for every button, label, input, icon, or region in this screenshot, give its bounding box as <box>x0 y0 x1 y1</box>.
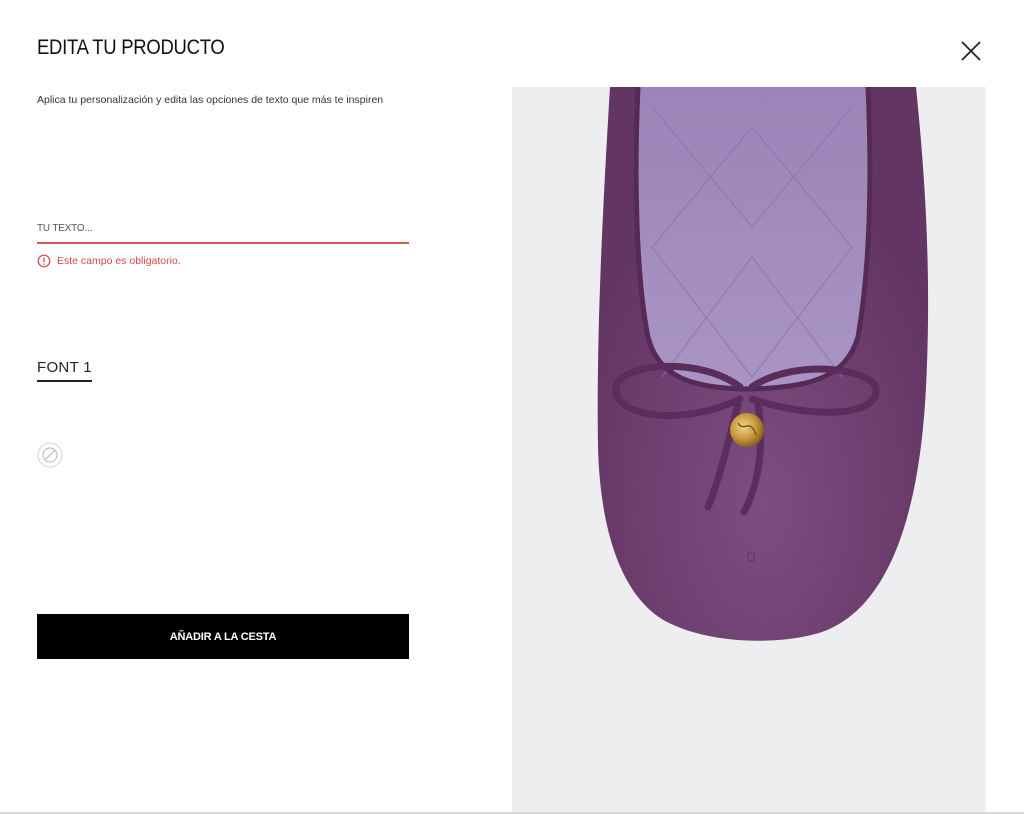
error-circle-icon <box>37 254 51 268</box>
product-image <box>512 87 986 812</box>
font-option-1[interactable]: FONT 1 <box>37 359 92 382</box>
page-title: EDITA TU PRODUCTO <box>37 36 225 59</box>
error-message: Este campo es obligatorio. <box>37 254 181 268</box>
custom-text-field <box>37 214 409 244</box>
modal-description: Aplica tu personalización y edita las op… <box>37 94 384 106</box>
no-color-icon <box>37 442 63 468</box>
error-text: Este campo es obligatorio. <box>57 255 181 267</box>
purple-suede-ballet-flat-image <box>512 87 986 812</box>
customization-modal: EDITA TU PRODUCTO Aplica tu personalizac… <box>0 0 1024 814</box>
close-icon <box>961 41 981 61</box>
no-color-option[interactable] <box>37 442 63 468</box>
close-button[interactable] <box>958 38 984 64</box>
add-to-cart-button[interactable]: AÑADIR A LA CESTA <box>37 614 409 659</box>
custom-text-input[interactable] <box>37 214 409 242</box>
